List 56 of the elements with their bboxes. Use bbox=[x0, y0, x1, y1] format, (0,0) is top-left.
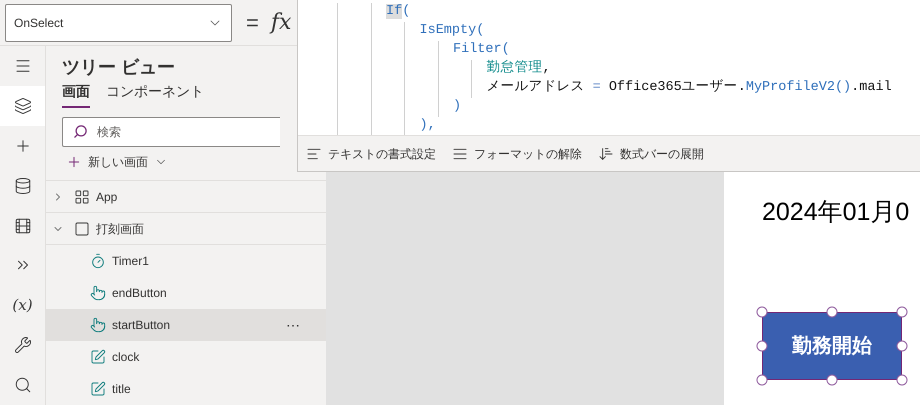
resize-handle[interactable] bbox=[896, 374, 908, 385]
item-label: startButton bbox=[112, 317, 170, 334]
tree-item[interactable]: App bbox=[46, 181, 326, 213]
layers-icon[interactable] bbox=[14, 96, 32, 115]
pointer-icon bbox=[90, 285, 106, 301]
item-label: clock bbox=[112, 349, 140, 366]
equals-sign: = bbox=[246, 9, 259, 37]
pencil-icon bbox=[90, 349, 106, 365]
code-line: メールアドレス = Office365ユーザー.MyProfileV2().mail bbox=[486, 78, 892, 98]
code-line: ) bbox=[453, 98, 462, 116]
code-line: If( bbox=[386, 3, 410, 22]
resize-handle[interactable] bbox=[896, 306, 908, 317]
toolbar-button[interactable]: テキストの書式設定 bbox=[306, 144, 436, 162]
pencil-icon bbox=[90, 381, 106, 397]
variables-icon[interactable]: (x) bbox=[12, 294, 33, 317]
code-line: 勤怠管理, bbox=[486, 59, 551, 78]
timer-icon bbox=[90, 253, 106, 269]
toolbar-button[interactable]: フォーマットの解除 bbox=[452, 144, 582, 162]
toolbar-button[interactable]: 数式バーの展開 bbox=[598, 144, 704, 162]
resize-handle[interactable] bbox=[756, 374, 768, 385]
more-icon[interactable]: ⋯ bbox=[286, 314, 300, 336]
tree-item[interactable]: title bbox=[46, 373, 326, 405]
code-line: Filter( bbox=[453, 41, 510, 60]
database-icon[interactable] bbox=[14, 176, 32, 195]
media-icon[interactable] bbox=[14, 216, 32, 234]
date-label: 2024年01月0 bbox=[762, 197, 910, 228]
panel-title: ツリー ビュー bbox=[62, 56, 176, 80]
code-line: IsEmpty( bbox=[420, 22, 484, 40]
new-screen-button[interactable]: 新しい画面 bbox=[66, 152, 168, 171]
tab[interactable]: コンポーネント bbox=[106, 81, 204, 108]
search-icon bbox=[73, 124, 88, 140]
tree-item[interactable]: 打刻画面 bbox=[46, 213, 326, 245]
tree-item[interactable]: startButton ⋯ bbox=[46, 309, 326, 341]
resize-handle[interactable] bbox=[756, 306, 768, 317]
screen-icon bbox=[74, 220, 90, 236]
tree-item[interactable]: clock bbox=[46, 341, 326, 373]
item-label: App bbox=[96, 188, 118, 206]
property-dropdown[interactable]: OnSelect bbox=[5, 4, 232, 42]
code-line: ), bbox=[420, 117, 436, 135]
resize-handle[interactable] bbox=[826, 306, 838, 317]
tree-item[interactable]: Timer1 bbox=[46, 245, 326, 277]
search-icon[interactable] bbox=[14, 376, 32, 394]
item-label: endButton bbox=[112, 285, 167, 302]
tab[interactable]: 画面 bbox=[62, 81, 90, 108]
item-label: Timer1 bbox=[112, 253, 149, 270]
item-label: 打刻画面 bbox=[96, 220, 144, 238]
tree-item[interactable]: endButton bbox=[46, 277, 326, 309]
grid-icon bbox=[74, 188, 90, 204]
tools-icon[interactable] bbox=[14, 336, 32, 354]
arrow-lines-icon bbox=[598, 146, 614, 162]
item-label: title bbox=[112, 381, 131, 398]
fx-icon[interactable]: fx bbox=[270, 6, 292, 39]
search-field[interactable]: 検索 bbox=[62, 117, 280, 148]
resize-handle[interactable] bbox=[756, 340, 768, 351]
pointer-icon bbox=[90, 317, 106, 333]
start-button[interactable]: 勤務開始 bbox=[762, 312, 902, 380]
